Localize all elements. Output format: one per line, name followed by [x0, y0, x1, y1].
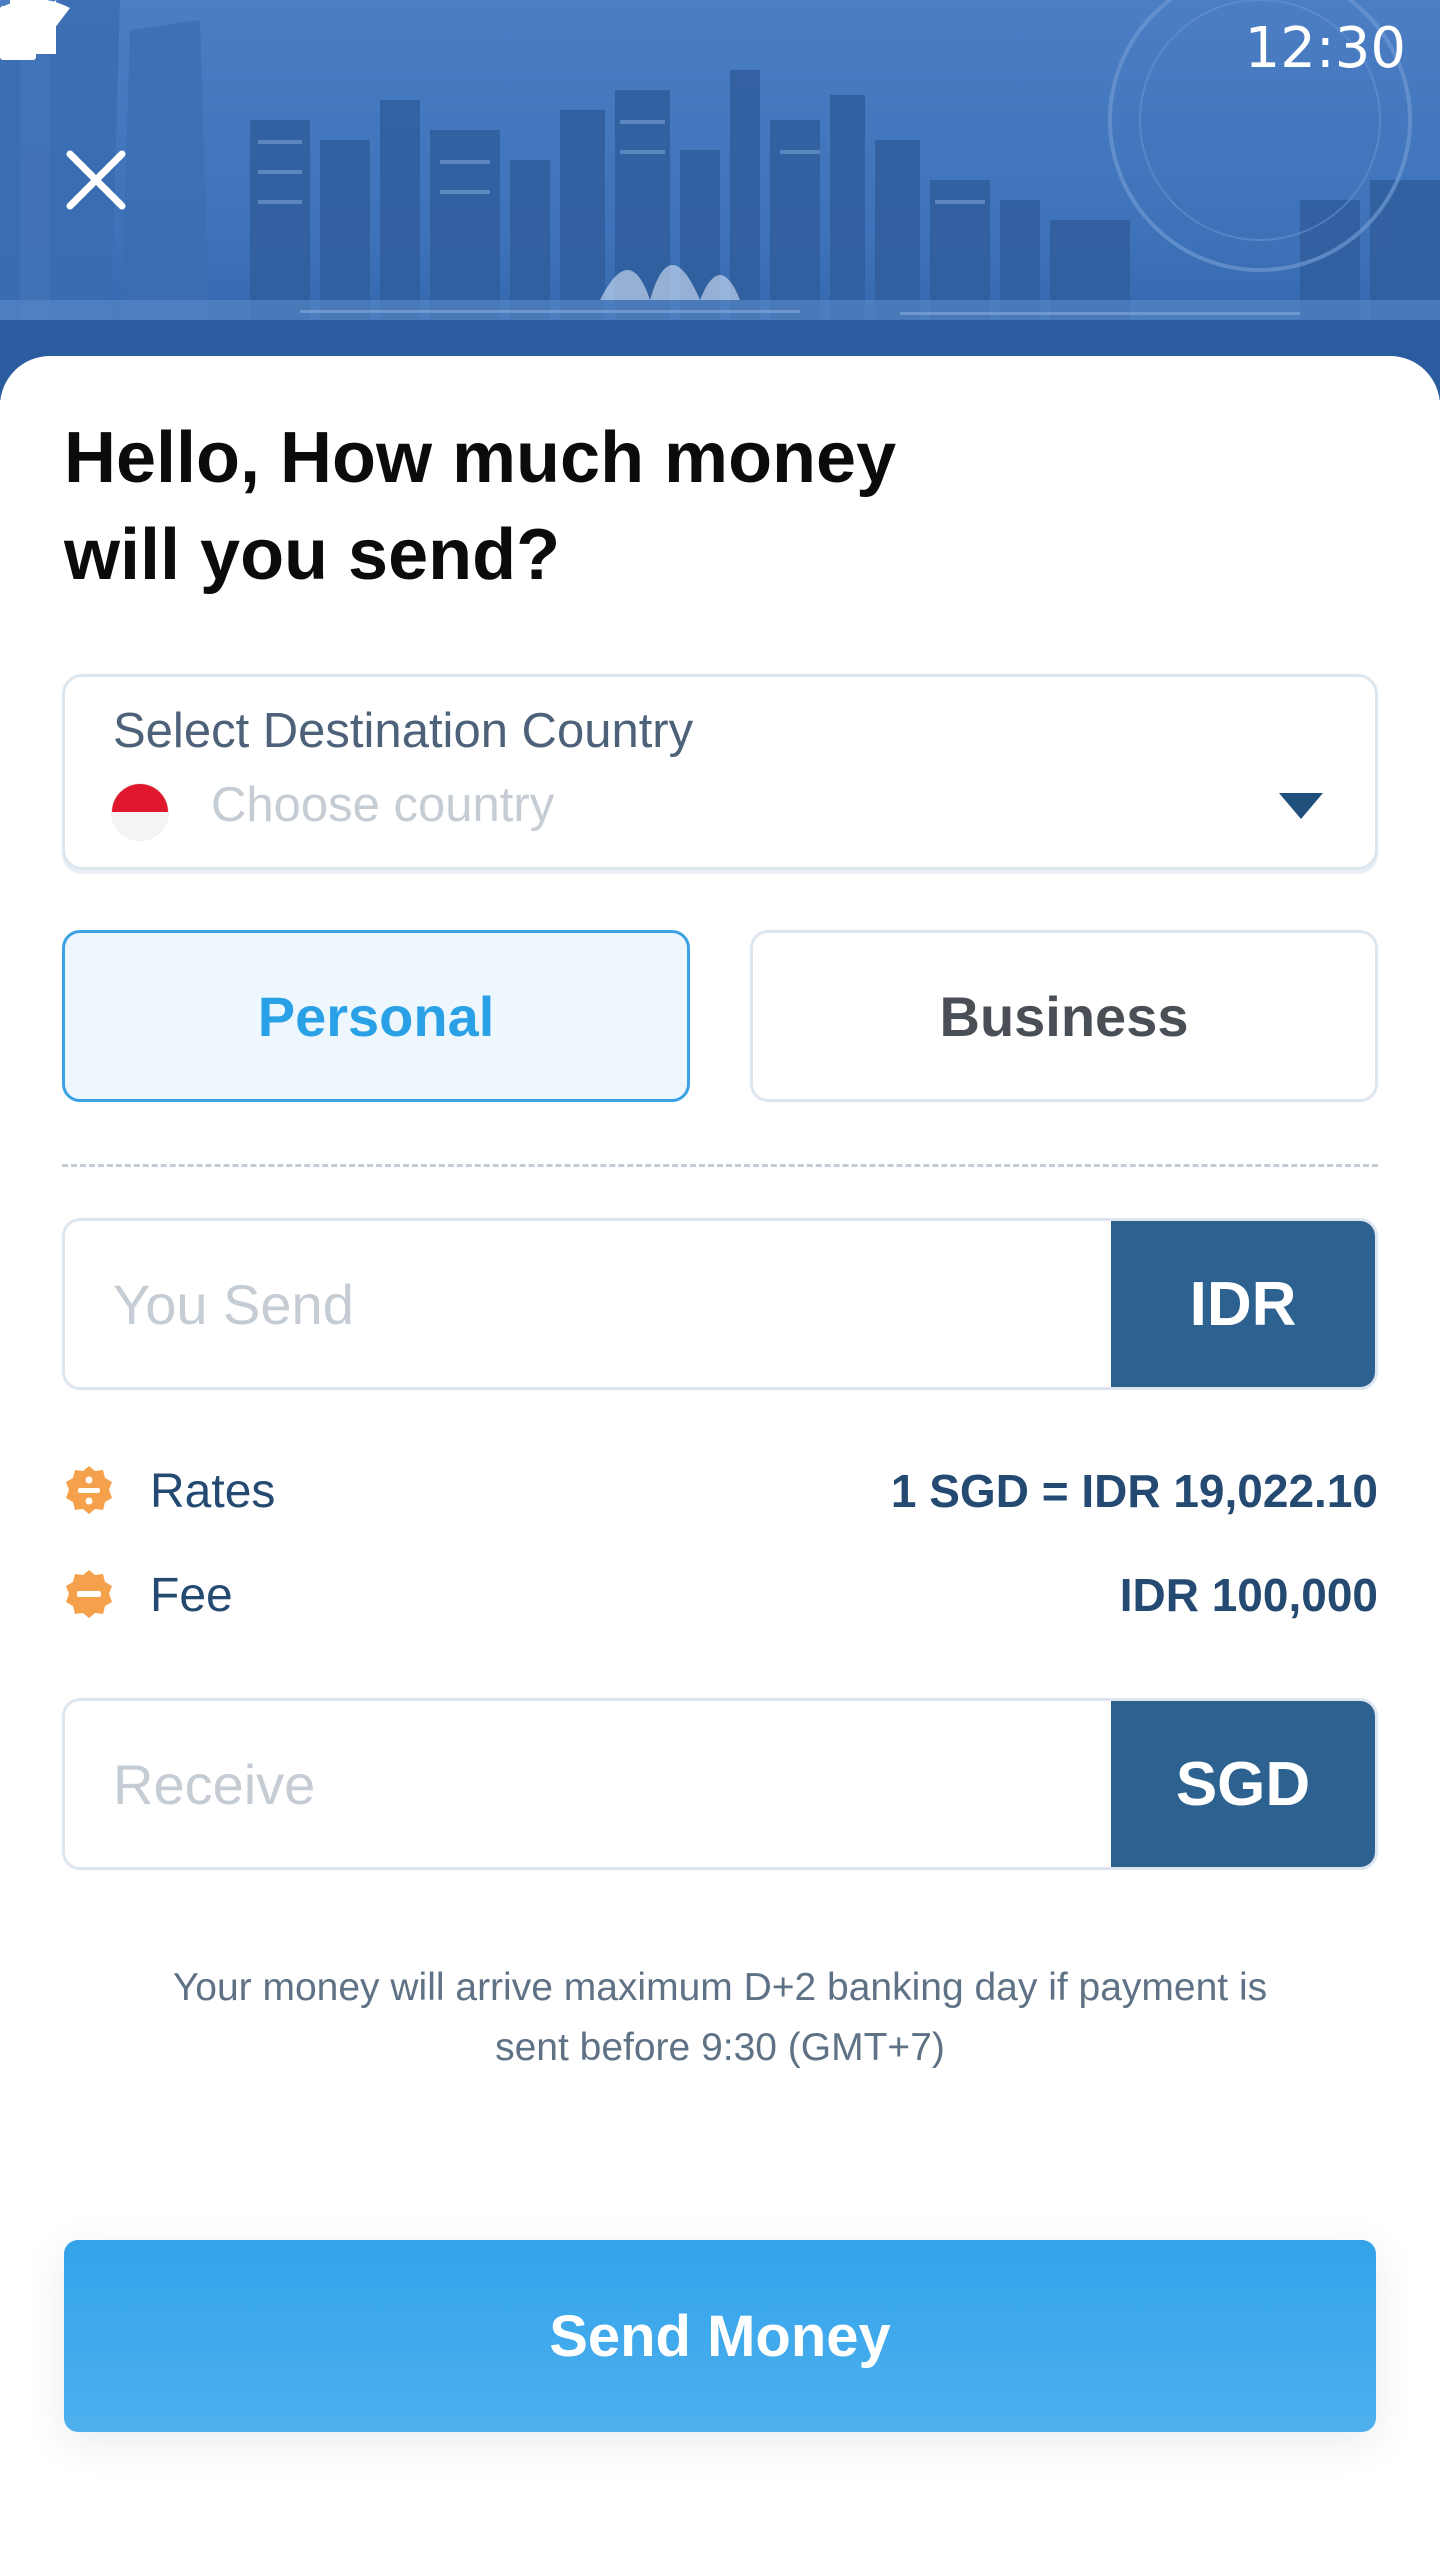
arrival-note: Your money will arrive maximum D+2 banki… [172, 1966, 1268, 2069]
personal-toggle-button[interactable]: Personal [62, 930, 690, 1102]
indonesia-flag-icon [111, 783, 169, 841]
business-toggle-button[interactable]: Business [750, 930, 1378, 1102]
receive-amount-field: SGD [62, 1698, 1378, 1870]
receive-amount-input[interactable] [65, 1701, 1115, 1867]
destination-country-select[interactable]: Select Destination Country Choose countr… [62, 674, 1378, 870]
country-select-label: Select Destination Country [113, 704, 694, 758]
fee-label: Fee [150, 1568, 233, 1622]
dashed-divider [62, 1164, 1378, 1167]
fee-row: Fee IDR 100,000 [62, 1560, 1378, 1630]
rates-value: 1 SGD = IDR 19,022.10 [890, 1465, 1378, 1517]
caret-down-icon[interactable] [1279, 793, 1323, 819]
rates-row: Rates 1 SGD = IDR 19,022.10 [62, 1456, 1378, 1526]
minus-badge-icon [66, 1570, 112, 1618]
status-time: 12:30 [1244, 15, 1406, 81]
city-skyline-header: 12:30 [0, 0, 1440, 400]
page-title: Hello, How much money will you send? [64, 418, 897, 595]
country-placeholder: Choose country [211, 778, 555, 832]
divide-badge-icon [66, 1466, 112, 1514]
send-money-button[interactable]: Send Money [64, 2240, 1376, 2432]
receive-currency-button[interactable]: SGD [1111, 1701, 1375, 1867]
send-money-screen: 12:30 Hello, How much money will you sen… [0, 0, 1440, 2560]
rates-label: Rates [150, 1464, 276, 1518]
fee-value: IDR 100,000 [1119, 1569, 1378, 1621]
status-bar: 12:30 [0, 0, 1440, 96]
send-currency-button[interactable]: IDR [1111, 1221, 1375, 1387]
close-icon [66, 150, 126, 210]
send-amount-input[interactable] [65, 1221, 1115, 1387]
send-amount-field: IDR [62, 1218, 1378, 1390]
close-button[interactable] [66, 150, 158, 242]
